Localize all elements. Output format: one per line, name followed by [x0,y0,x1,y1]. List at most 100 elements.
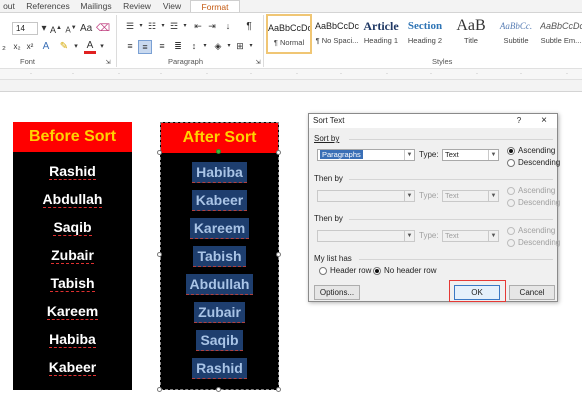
then-by-select[interactable]: ▼ [317,230,415,242]
before-sort-textbox[interactable]: Before Sort Rashid Abdullah Saqib Zubair… [13,122,132,390]
style-name: ¶ No Spaci... [315,36,359,45]
options-button[interactable]: Options... [314,285,360,300]
then-by-type-select[interactable]: Text ▼ [442,190,499,202]
type-label: Type: [419,231,439,240]
font-color-dropdown-icon[interactable]: ▾ [98,40,106,54]
shading-dropdown-icon[interactable]: ▾ [226,40,232,54]
close-icon[interactable]: × [538,115,550,127]
resize-handle[interactable] [276,252,281,257]
no-header-row-radio[interactable] [373,267,381,275]
bullets-icon[interactable]: ☰ [124,20,136,34]
after-sort-textbox[interactable]: After Sort Habiba Kabeer Kareem Tabish A… [160,122,279,390]
justify-icon[interactable]: ≣ [172,40,184,54]
style-name: Heading 2 [407,36,443,45]
ok-button[interactable]: OK [454,285,500,300]
ruler-mark: · [520,71,522,77]
resize-handle[interactable] [276,387,281,392]
before-sort-header: Before Sort [13,122,132,152]
ascending-radio[interactable] [507,147,515,155]
style-normal[interactable]: AaBbCcDc ¶ Normal [266,14,312,54]
style-subtle-emphasis[interactable]: AaBbCcDc Subtle Em... [540,14,582,54]
rotate-handle[interactable] [216,149,221,154]
show-marks-icon[interactable]: ¶ [244,20,254,34]
tab-view[interactable]: View [158,0,186,12]
style-heading-2[interactable]: Section Heading 2 [404,14,446,54]
resize-handle[interactable] [157,150,162,155]
chevron-down-icon: ▼ [488,231,498,241]
list-item: Tabish [50,275,95,292]
highlight-dropdown-icon[interactable]: ▾ [72,40,80,54]
divider [116,15,117,67]
numbering-icon[interactable]: ☷ [146,20,158,34]
multilevel-list-icon[interactable]: ☲ [168,20,180,34]
shading-icon[interactable]: ◈ [212,40,224,54]
ascending-radio[interactable] [507,187,515,195]
borders-dropdown-icon[interactable]: ▾ [248,40,254,54]
ascending-radio[interactable] [507,227,515,235]
then-by-label: Then by [314,174,343,183]
chevron-down-icon: ▼ [404,231,414,241]
font-size-combo[interactable]: 14 [12,22,38,35]
line-spacing-icon[interactable]: ↕ [188,40,200,54]
increase-indent-icon[interactable]: ⇥ [206,20,218,34]
sort-icon[interactable]: ↓ [222,20,234,34]
align-center-icon[interactable]: ≡ [138,40,152,54]
help-icon[interactable]: ? [514,115,524,127]
shrink-font-icon[interactable]: A▼ [65,22,77,36]
line-spacing-dropdown-icon[interactable]: ▾ [202,40,208,54]
font-size-dropdown-icon[interactable]: ▾ [40,22,48,36]
chevron-down-icon: ▼ [488,150,498,160]
list-item: Kareem [46,303,99,320]
bullets-dropdown-icon[interactable]: ▾ [138,20,144,34]
multilevel-dropdown-icon[interactable]: ▾ [182,20,188,34]
tab-review[interactable]: Review [120,0,154,12]
align-right-icon[interactable]: ≡ [156,40,168,54]
resize-handle[interactable] [276,150,281,155]
then-by-type-select[interactable]: Text ▼ [442,230,499,242]
superscript-icon[interactable]: x² [25,40,35,54]
subscript-x-icon[interactable]: x₂ [12,40,22,54]
sort-by-type-select[interactable]: Text ▼ [442,149,499,161]
horizontal-ruler[interactable]: · · · · · · · · · · · · · [0,68,582,80]
clear-formatting-icon[interactable]: ⌫ [96,22,110,36]
style-no-spacing[interactable]: AaBbCcDc ¶ No Spaci... [314,14,360,54]
subscript-icon[interactable]: ₂ [0,40,8,54]
style-sample: AaBbCcDc [540,21,582,31]
tab-layout[interactable]: out [0,0,22,12]
font-color-icon[interactable]: A [84,40,96,54]
cancel-button[interactable]: Cancel [509,285,555,300]
resize-handle[interactable] [157,252,162,257]
style-heading-1[interactable]: Article Heading 1 [361,14,401,54]
resize-handle[interactable] [216,387,221,392]
ruler-mark: · [386,71,388,77]
descending-radio[interactable] [507,239,515,247]
tab-mailings[interactable]: Mailings [76,0,116,12]
grow-font-icon[interactable]: A▲ [50,22,62,36]
style-sample: AaBbCcDc [268,23,310,33]
style-sample: Section [407,20,443,32]
tab-references[interactable]: References [24,0,72,12]
then-by-select[interactable]: ▼ [317,190,415,202]
sort-by-value: Paragraphs [320,150,363,159]
ruler-mark: · [296,71,298,77]
ruler-mark: · [72,71,74,77]
ruler-mark: · [340,71,342,77]
style-name: Subtle Em... [540,36,582,45]
descending-radio[interactable] [507,199,515,207]
text-effects-icon[interactable]: A [40,40,52,54]
header-row-radio[interactable] [319,267,327,275]
borders-icon[interactable]: ⊞ [234,40,246,54]
tab-format[interactable]: Format [190,0,240,12]
descending-radio[interactable] [507,159,515,167]
sort-by-select[interactable]: Paragraphs ▼ [317,149,415,161]
style-subtitle[interactable]: AaBbCc. Subtitle [494,14,538,54]
align-left-icon[interactable]: ≡ [124,40,136,54]
style-title[interactable]: AaB Title [450,14,492,54]
change-case-icon[interactable]: Aa [80,22,92,36]
numbering-dropdown-icon[interactable]: ▾ [160,20,166,34]
decrease-indent-icon[interactable]: ⇤ [192,20,204,34]
highlight-icon[interactable]: ✎ [58,40,70,54]
ruler-mark: · [250,71,252,77]
descending-label: Descending [518,238,561,247]
resize-handle[interactable] [157,387,162,392]
